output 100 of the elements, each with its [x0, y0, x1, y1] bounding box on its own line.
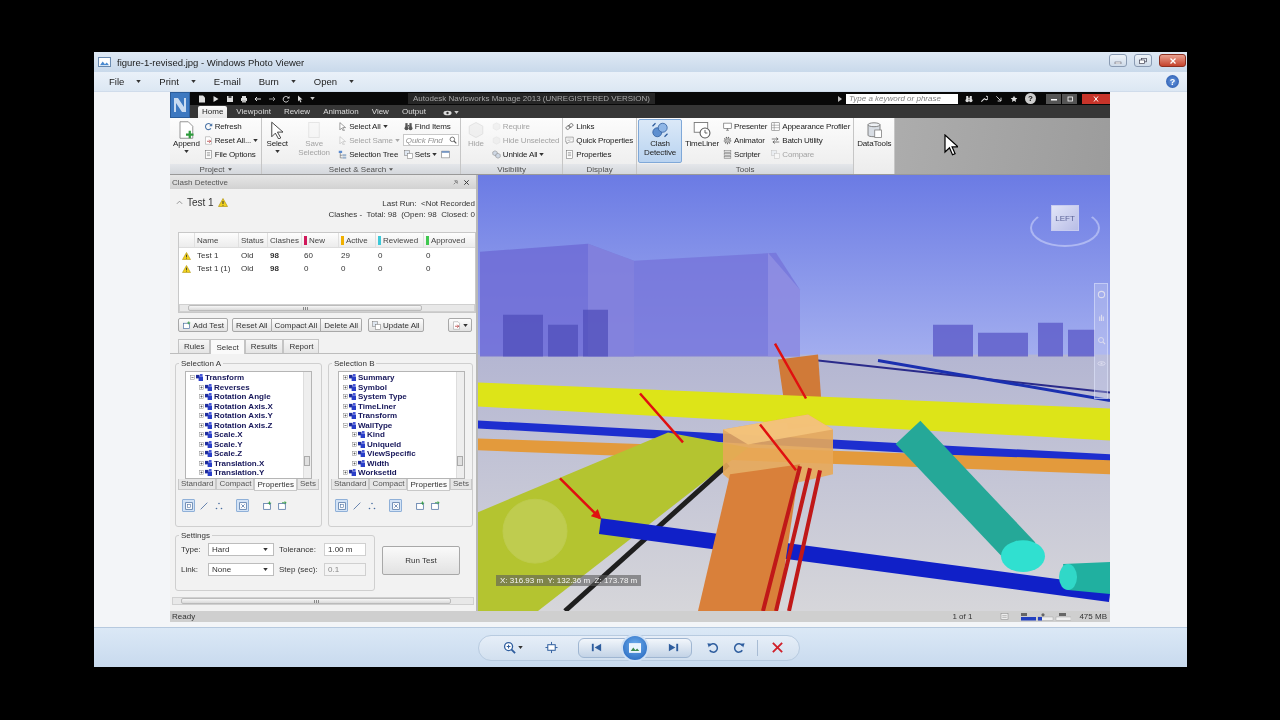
ribbon-button[interactable]: Append [171, 119, 202, 163]
ribbon-button[interactable]: Appearance Profiler [770, 119, 853, 133]
ribbon-button[interactable]: Quick Properties [564, 133, 636, 147]
ribbon-button[interactable]: Select All [337, 119, 390, 133]
column-header[interactable]: Name [194, 233, 238, 247]
menu-item[interactable]: Burn [258, 76, 296, 87]
close-button[interactable] [1082, 93, 1110, 104]
ribbon-button[interactable]: Presenter [721, 119, 770, 133]
tab[interactable]: Rules [178, 339, 211, 353]
column-header[interactable]: Active [338, 233, 375, 247]
tree-item[interactable]: System Type [358, 392, 407, 402]
export-button[interactable] [448, 318, 472, 332]
panel-button[interactable]: Compact All [271, 318, 322, 332]
tab[interactable]: Compact [369, 479, 408, 490]
wrench-icon[interactable] [980, 94, 988, 103]
close-icon[interactable] [463, 178, 470, 186]
tree-item[interactable]: WorksetId [358, 468, 397, 478]
tree-item[interactable]: ViewSpecific [367, 449, 416, 459]
save-icon[interactable] [226, 94, 234, 103]
previous-button[interactable] [590, 641, 603, 654]
menu-item[interactable]: Print [159, 76, 196, 87]
ribbon-button[interactable]: DataTools [855, 119, 894, 163]
tool-button[interactable] [260, 499, 273, 512]
sheet-icon[interactable] [1000, 613, 1010, 620]
tab[interactable]: Properties [407, 479, 450, 491]
tab[interactable]: Report [283, 339, 320, 353]
rotate-left-button[interactable] [706, 641, 719, 654]
ribbon-button[interactable]: Refresh [202, 119, 244, 133]
tab[interactable]: Sets [449, 479, 472, 490]
next-button[interactable] [667, 641, 680, 654]
refresh-icon[interactable] [282, 94, 290, 103]
chevron-up-icon[interactable] [176, 199, 183, 205]
tree-item[interactable]: Rotation Angle [214, 392, 271, 402]
plus-box-icon[interactable] [343, 384, 348, 390]
panel-button[interactable]: Delete All [321, 318, 363, 332]
play-icon[interactable] [838, 95, 842, 102]
panel-button[interactable]: Add Test [178, 318, 228, 332]
tree-item[interactable]: Summary [358, 373, 395, 383]
tab[interactable]: Sets [296, 479, 319, 490]
ribbon-button[interactable]: TimeLiner [683, 119, 721, 163]
ribbon-button[interactable]: Links [564, 119, 597, 133]
ribbon-tab[interactable]: View [367, 106, 393, 118]
dropdown[interactable]: None [208, 563, 274, 576]
close-button[interactable] [1159, 54, 1186, 67]
dropdown[interactable]: Hard [208, 543, 274, 556]
tool-button[interactable] [413, 499, 426, 512]
tree-item[interactable]: UniqueId [367, 439, 402, 449]
ribbon-tab[interactable]: Animation [319, 106, 363, 118]
column-header[interactable]: New [301, 233, 338, 247]
tree-item[interactable]: TimeLiner [358, 401, 397, 411]
plus-box-icon[interactable] [199, 403, 204, 409]
vertical-scrollbar[interactable] [456, 372, 464, 478]
tree-item[interactable]: Rotation Axis.Z [214, 420, 273, 430]
plus-box-icon[interactable] [343, 403, 348, 409]
plus-box-icon[interactable] [199, 470, 204, 476]
tool-button[interactable] [182, 499, 195, 512]
ribbon-button[interactable]: Sets [402, 147, 440, 161]
column-header[interactable]: Approved [423, 233, 472, 247]
plus-box-icon[interactable] [352, 460, 357, 466]
tab[interactable]: Properties [254, 479, 297, 491]
horizontal-scrollbar[interactable] [172, 597, 474, 605]
delete-button[interactable] [771, 641, 784, 654]
plus-box-icon[interactable] [199, 441, 204, 447]
plus-box-icon[interactable] [352, 451, 357, 457]
ribbon-button[interactable]: Scripter [721, 147, 763, 161]
tree-item[interactable]: Scale.Y [214, 439, 243, 449]
ribbon-tab[interactable]: Viewpoint [232, 106, 275, 118]
slideshow-button[interactable] [621, 633, 649, 662]
minus-box-icon[interactable] [190, 375, 195, 381]
plus-box-icon[interactable] [199, 384, 204, 390]
ribbon-icon-button[interactable] [440, 147, 452, 161]
ribbon-tab[interactable]: Home [198, 106, 228, 118]
horizontal-scrollbar[interactable] [179, 304, 475, 312]
ribbon-button[interactable]: Reset All... [202, 133, 261, 147]
actual-size-button[interactable] [545, 641, 558, 654]
menu-item[interactable]: File [109, 76, 142, 87]
restore-button[interactable] [1062, 93, 1077, 104]
panel-button[interactable]: Update All [368, 318, 424, 332]
ribbon-tab[interactable]: Review [279, 106, 315, 118]
tree-item[interactable]: Symbol [358, 382, 387, 392]
tree-item[interactable]: Translation.X [214, 458, 265, 468]
plus-box-icon[interactable] [199, 460, 204, 466]
tab[interactable]: Standard [331, 479, 370, 490]
minus-box-icon[interactable] [343, 422, 348, 428]
plus-box-icon[interactable] [343, 394, 348, 400]
rotate-right-button[interactable] [733, 641, 746, 654]
tree-item[interactable]: Rotation Axis.X [214, 401, 273, 411]
pointer-icon[interactable] [296, 94, 304, 103]
logo-icon[interactable] [170, 92, 190, 118]
tree-item[interactable]: Scale.Z [214, 449, 242, 459]
panel-button[interactable]: Reset All [232, 318, 272, 332]
ribbon-button[interactable]: Selection Tree [337, 147, 401, 161]
plus-box-icon[interactable] [199, 451, 204, 457]
binoculars-icon[interactable] [965, 94, 973, 103]
tree-item[interactable]: Transform [358, 411, 398, 421]
tree-item[interactable]: Rotation Axis.Y [214, 411, 273, 421]
tree-item[interactable]: Width [367, 458, 390, 468]
tab[interactable]: Select [210, 339, 245, 354]
ribbon-button[interactable]: Clash Detective [638, 119, 683, 163]
minimize-button[interactable] [1046, 93, 1061, 104]
